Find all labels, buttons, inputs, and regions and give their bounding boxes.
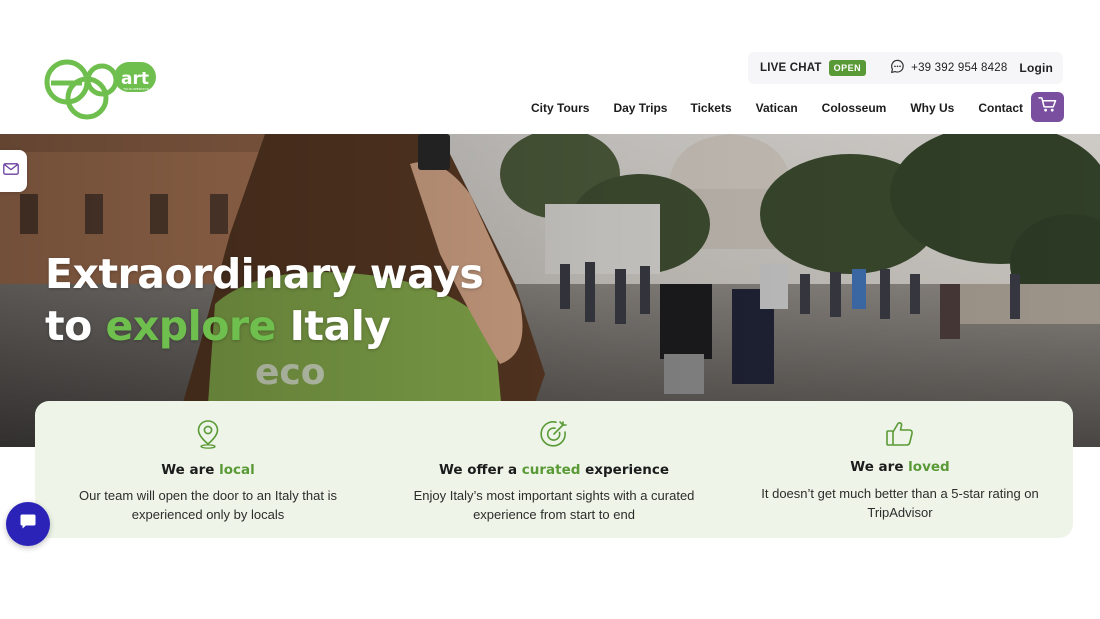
live-chat-label: LIVE CHAT	[760, 62, 822, 74]
feature-loved: We are loved It doesn’t get much better …	[727, 401, 1073, 538]
nav-item-why-us[interactable]: Why Us	[910, 101, 954, 115]
thumbs-up-icon	[885, 419, 915, 449]
site-header: art TOUR OPERATOR LIVE CHAT OPEN +39 392…	[0, 0, 1100, 134]
hero-title-line2-pre: to	[45, 302, 106, 350]
nav-item-tickets[interactable]: Tickets	[690, 101, 731, 115]
nav-item-contact[interactable]: Contact	[978, 101, 1023, 115]
map-pin-icon	[195, 419, 221, 449]
nav-item-day-trips[interactable]: Day Trips	[613, 101, 667, 115]
live-chat-status-badge: OPEN	[828, 60, 867, 76]
phone-link[interactable]: +39 392 954 8428	[890, 59, 1007, 77]
chat-bubble-icon	[890, 59, 905, 77]
nav-item-city-tours[interactable]: City Tours	[531, 101, 589, 115]
feature-loved-title: We are loved	[850, 459, 950, 475]
chat-icon	[19, 513, 37, 535]
live-chat-link[interactable]: LIVE CHAT OPEN	[760, 60, 867, 76]
main-nav: City Tours Day Trips Tickets Vatican Col…	[531, 101, 1023, 115]
svg-text:art: art	[121, 69, 149, 89]
cart-icon	[1038, 96, 1057, 118]
hero-title-line1: Extraordinary ways	[45, 250, 484, 298]
svg-text:TOUR OPERATOR: TOUR OPERATOR	[122, 87, 149, 91]
chat-widget-button[interactable]	[6, 502, 50, 546]
login-link[interactable]: Login	[1019, 61, 1053, 75]
feature-local-title: We are local	[161, 462, 255, 478]
feature-local: We are local Our team will open the door…	[35, 401, 381, 538]
feature-curated-text: Enjoy Italy’s most important sights with…	[413, 488, 695, 522]
feature-curated: We offer a curated experience Enjoy Ital…	[381, 401, 727, 538]
nav-item-vatican[interactable]: Vatican	[756, 101, 798, 115]
cart-button[interactable]	[1031, 92, 1064, 122]
header-topbar: LIVE CHAT OPEN +39 392 954 8428 Login	[748, 52, 1063, 84]
features-card: We are local Our team will open the door…	[35, 401, 1073, 538]
ecoart-logo[interactable]: art TOUR OPERATOR	[42, 56, 158, 122]
target-icon	[539, 419, 569, 449]
hero-title-line2-post: Italy	[275, 302, 391, 350]
mail-icon	[2, 162, 19, 180]
feature-loved-text: It doesn’t get much better than a 5-star…	[761, 486, 1039, 520]
feature-local-text: Our team will open the door to an Italy …	[79, 488, 337, 522]
hero-title: Extraordinary ways to explore Italy	[45, 248, 484, 352]
nav-item-colosseum[interactable]: Colosseum	[822, 101, 887, 115]
feature-curated-title: We offer a curated experience	[438, 462, 670, 478]
newsletter-side-tab[interactable]	[0, 150, 27, 192]
phone-number: +39 392 954 8428	[911, 62, 1008, 74]
hero-title-accent: explore	[105, 302, 277, 350]
